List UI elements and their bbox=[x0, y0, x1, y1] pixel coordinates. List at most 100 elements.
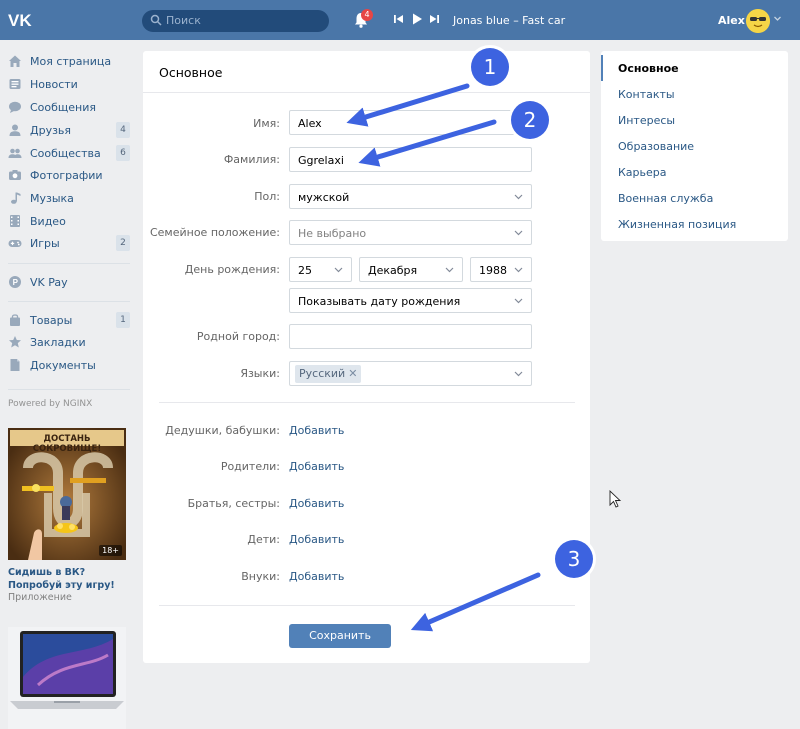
hometown-label: Родной город: bbox=[196, 330, 280, 343]
chevron-down-icon bbox=[514, 298, 523, 304]
save-button[interactable]: Сохранить bbox=[289, 624, 391, 648]
add-parents-link[interactable]: Добавить bbox=[289, 460, 344, 473]
annotation-callout-3: 3 bbox=[555, 540, 593, 578]
menu-item-military[interactable]: Военная служба bbox=[601, 185, 788, 211]
vk-logo-icon[interactable]: VK bbox=[8, 10, 38, 30]
first-name-label: Имя: bbox=[253, 117, 280, 130]
menu-item-education[interactable]: Образование bbox=[601, 133, 788, 159]
sidebar-item-photos[interactable]: Фотографии bbox=[8, 165, 130, 185]
birthday-visibility-select[interactable]: Показывать дату рождения bbox=[289, 288, 532, 313]
basic-info-card: Основное Имя: Alex Фамилия: Ggrelaxi Пол… bbox=[143, 51, 590, 663]
birth-year-value: 1988 bbox=[479, 264, 507, 277]
sidebar-item-communities[interactable]: Сообщества 6 bbox=[8, 143, 130, 163]
search-input[interactable]: Поиск bbox=[142, 10, 329, 32]
grandchildren-label: Внуки: bbox=[241, 570, 280, 583]
home-icon bbox=[9, 55, 21, 67]
sunglasses-emoji-icon bbox=[746, 9, 770, 33]
top-bar: VK Поиск 4 Jonas blue – Fast car Alex bbox=[0, 0, 800, 40]
sidebar-item-games[interactable]: Игры 2 bbox=[8, 233, 130, 253]
sidebar-item-bookmarks[interactable]: Закладки bbox=[8, 332, 130, 352]
menu-item-contacts[interactable]: Контакты bbox=[601, 81, 788, 107]
card-header: Основное bbox=[143, 51, 590, 93]
sidebar-item-messages[interactable]: Сообщения bbox=[8, 97, 130, 117]
chevron-down-icon[interactable] bbox=[773, 14, 782, 23]
users-icon bbox=[8, 148, 22, 158]
ad-text-link[interactable]: Сидишь в ВК? Попробуй эту игру! bbox=[8, 566, 130, 592]
birthday-visibility-value: Показывать дату рождения bbox=[298, 295, 461, 308]
menu-item-career[interactable]: Карьера bbox=[601, 159, 788, 185]
add-grandchildren-link[interactable]: Добавить bbox=[289, 570, 344, 583]
last-name-field[interactable]: Ggrelaxi bbox=[289, 147, 532, 172]
laptop-ad-banner[interactable] bbox=[8, 627, 126, 729]
play-icon[interactable] bbox=[413, 13, 422, 25]
search-placeholder: Поиск bbox=[166, 14, 201, 27]
settings-section-menu: Основное Контакты Интересы Образование К… bbox=[601, 51, 788, 241]
menu-item-label: Основное bbox=[618, 62, 679, 75]
friends-count-badge: 4 bbox=[116, 122, 130, 138]
add-children-link[interactable]: Добавить bbox=[289, 533, 344, 546]
parents-label: Родители: bbox=[220, 460, 280, 473]
news-icon bbox=[9, 79, 21, 89]
menu-item-basic[interactable]: Основное bbox=[601, 55, 788, 81]
chevron-down-icon bbox=[514, 194, 523, 200]
ad-subtitle: Приложение bbox=[8, 592, 72, 603]
next-track-icon[interactable] bbox=[430, 15, 439, 23]
marital-status-value: Не выбрано bbox=[298, 227, 367, 240]
sidebar-item-goods[interactable]: Товары 1 bbox=[8, 310, 130, 330]
language-token-label: Русский bbox=[299, 367, 346, 380]
menu-item-label: Образование bbox=[618, 140, 695, 153]
user-name[interactable]: Alex bbox=[718, 14, 745, 27]
birth-month-select[interactable]: Декабря bbox=[359, 257, 463, 282]
now-playing-track[interactable]: Jonas blue – Fast car bbox=[453, 14, 565, 27]
star-icon bbox=[9, 336, 21, 348]
add-siblings-link[interactable]: Добавить bbox=[289, 497, 344, 510]
avatar[interactable] bbox=[746, 9, 770, 33]
first-name-field[interactable]: Alex bbox=[289, 110, 532, 135]
grandparents-label: Дедушки, бабушки: bbox=[165, 424, 280, 437]
user-icon bbox=[9, 124, 21, 136]
notification-count-badge: 4 bbox=[361, 9, 373, 21]
game-ad-banner[interactable]: ДОСТАНЬ СОКРОВИЩЕ! 18+ bbox=[8, 428, 126, 560]
sidebar-item-documents[interactable]: Документы bbox=[8, 355, 130, 375]
sidebar-item-label: Фотографии bbox=[30, 169, 103, 182]
marital-status-select[interactable]: Не выбрано bbox=[289, 220, 532, 245]
section-divider bbox=[159, 402, 575, 403]
menu-item-label: Контакты bbox=[618, 88, 675, 101]
sidebar-item-label: Друзья bbox=[30, 124, 72, 137]
menu-item-life-position[interactable]: Жизненная позиция bbox=[601, 211, 788, 237]
siblings-label: Братья, сестры: bbox=[187, 497, 280, 510]
sidebar-item-news[interactable]: Новости bbox=[8, 74, 130, 94]
age-rating-badge: 18+ bbox=[99, 545, 122, 556]
menu-item-label: Жизненная позиция bbox=[618, 218, 737, 231]
sidebar-divider bbox=[8, 263, 130, 264]
film-icon bbox=[10, 215, 20, 227]
goods-count-badge: 1 bbox=[116, 312, 130, 328]
sidebar-item-friends[interactable]: Друзья 4 bbox=[8, 120, 130, 140]
previous-track-icon[interactable] bbox=[394, 15, 403, 23]
sidebar-item-video[interactable]: Видео bbox=[8, 211, 130, 231]
mouse-cursor-icon bbox=[609, 489, 622, 508]
sidebar-divider bbox=[8, 389, 130, 390]
birth-month-value: Декабря bbox=[368, 264, 418, 277]
laptop-image bbox=[8, 627, 126, 729]
language-token: Русский ✕ bbox=[295, 365, 362, 383]
page-title: Основное bbox=[159, 65, 223, 80]
birth-day-select[interactable]: 25 bbox=[289, 257, 352, 282]
birth-year-select[interactable]: 1988 bbox=[470, 257, 532, 282]
add-grandparents-link[interactable]: Добавить bbox=[289, 424, 344, 437]
gender-value: мужской bbox=[298, 191, 350, 204]
last-name-value: Ggrelaxi bbox=[298, 154, 344, 167]
sidebar-item-my-page[interactable]: Моя страница bbox=[8, 51, 130, 71]
hometown-field[interactable] bbox=[289, 324, 532, 349]
remove-language-icon[interactable]: ✕ bbox=[348, 367, 357, 380]
languages-field[interactable]: Русский ✕ bbox=[289, 361, 532, 386]
powered-by-text: Powered by NGINX bbox=[8, 399, 93, 409]
gender-select[interactable]: мужской bbox=[289, 184, 532, 209]
sidebar-item-label: Товары bbox=[30, 314, 73, 327]
sidebar-item-vk-pay[interactable]: P VK Pay bbox=[8, 272, 130, 292]
svg-text:P: P bbox=[13, 278, 19, 287]
annotation-callout-1: 1 bbox=[471, 48, 509, 86]
sidebar-item-label: Новости bbox=[30, 78, 78, 91]
sidebar-item-music[interactable]: Музыка bbox=[8, 188, 130, 208]
menu-item-interests[interactable]: Интересы bbox=[601, 107, 788, 133]
